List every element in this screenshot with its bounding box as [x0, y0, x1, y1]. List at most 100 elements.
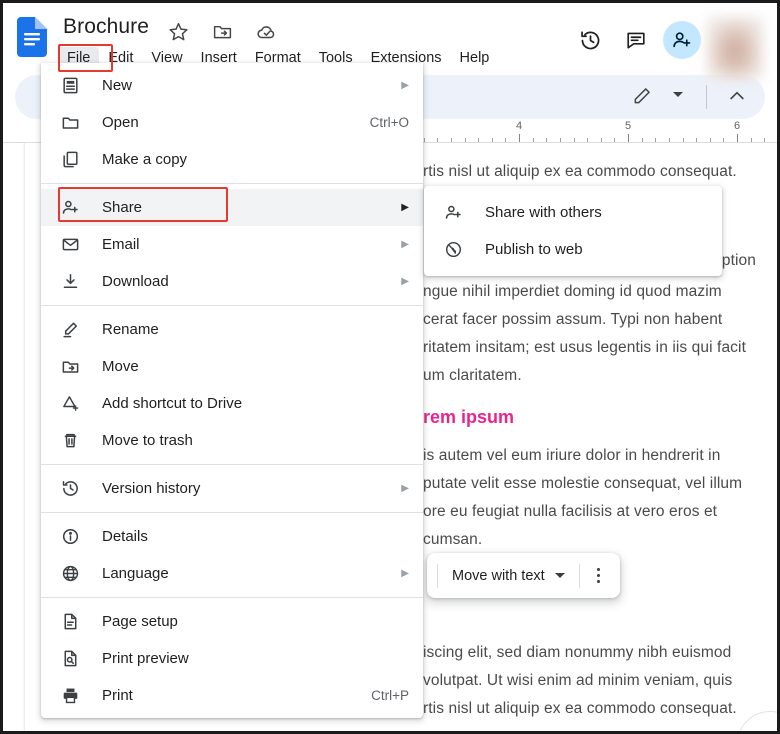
doc-heading: rem ipsum: [423, 407, 515, 427]
pencil-editing-mode-icon[interactable]: [632, 86, 652, 106]
share-person-add-icon: [58, 196, 82, 220]
rename-pencil-icon: [58, 318, 82, 342]
chevron-up-icon[interactable]: [727, 86, 747, 106]
menu-option-language[interactable]: Language ▶: [41, 555, 423, 592]
menu-option-move[interactable]: Move: [41, 348, 423, 385]
cloud-saved-icon[interactable]: [256, 21, 278, 43]
menu-option-version-history[interactable]: Version history ▶: [41, 470, 423, 507]
menu-option-label: Open: [102, 114, 139, 131]
share-submenu: Share with others Publish to web: [424, 186, 722, 276]
ruler-tick: [478, 138, 480, 142]
menu-option-label: Version history: [102, 480, 201, 497]
menu-option-share[interactable]: Share ▶: [41, 189, 423, 226]
menu-option-label: Print: [102, 687, 133, 704]
doc-text-line: ore eu feugiat nulla facilisis at vero e…: [423, 503, 718, 520]
submenu-option-share-with-others[interactable]: Share with others: [424, 194, 722, 231]
google-docs-icon[interactable]: [17, 17, 47, 57]
menu-option-label: Rename: [102, 321, 159, 338]
submenu-option-label: Share with others: [485, 204, 602, 221]
menu-separator: [41, 464, 423, 465]
menu-option-new[interactable]: New ▶: [41, 67, 423, 104]
download-icon: [58, 270, 82, 294]
new-document-icon: [58, 74, 82, 98]
ruler-tick: [546, 138, 548, 142]
menu-option-page-setup[interactable]: Page setup: [41, 603, 423, 640]
page-title[interactable]: Brochure: [63, 15, 149, 39]
menu-option-label: Move to trash: [102, 432, 193, 449]
menu-option-download[interactable]: Download ▶: [41, 263, 423, 300]
ruler-tick: [696, 138, 698, 142]
ruler-tick: [559, 138, 561, 142]
menu-option-label: Details: [102, 528, 148, 545]
folder-open-icon: [58, 111, 82, 135]
ruler-tick: [600, 138, 602, 142]
ruler-number: 4: [515, 120, 523, 132]
submenu-option-label: Publish to web: [485, 241, 583, 258]
move-to-folder-icon[interactable]: [212, 21, 234, 43]
doc-text-line: ritatem insitam; est usus legentis in ii…: [423, 339, 746, 356]
menu-option-move-to-trash[interactable]: Move to trash: [41, 422, 423, 459]
share-button[interactable]: [663, 21, 701, 59]
doc-text-line: cumsan.: [423, 531, 483, 548]
page-corner-decoration: [737, 711, 777, 731]
file-dropdown-menu: New ▶ Open Ctrl+O Make a copy Share ▶ Em…: [41, 63, 423, 718]
submenu-arrow-icon: ▶: [401, 275, 409, 287]
menu-option-label: Download: [102, 273, 169, 290]
menu-separator: [41, 305, 423, 306]
version-history-icon[interactable]: [571, 21, 609, 59]
share-person-add-icon: [441, 201, 465, 225]
submenu-arrow-icon: ▶: [401, 482, 409, 494]
info-icon: [58, 525, 82, 549]
menu-option-label: New: [102, 77, 133, 94]
chevron-down-icon[interactable]: [673, 92, 683, 97]
comment-icon[interactable]: [617, 21, 655, 59]
more-options-kebab-icon[interactable]: [584, 561, 614, 591]
menu-option-print-preview[interactable]: Print preview: [41, 640, 423, 677]
ruler-tick: [737, 134, 738, 142]
menu-option-add-shortcut-to-drive[interactable]: Add shortcut to Drive: [41, 385, 423, 422]
ruler-number: 6: [733, 120, 741, 132]
toolbar-divider: [706, 85, 707, 109]
menu-separator: [41, 183, 423, 184]
menu-separator: [41, 597, 423, 598]
menu-separator: [41, 512, 423, 513]
menu-option-email[interactable]: Email ▶: [41, 226, 423, 263]
ruler-tick: [587, 138, 589, 142]
ruler-tick: [573, 138, 575, 142]
image-options-toolbar[interactable]: Move with text: [427, 553, 620, 598]
avatar[interactable]: [707, 17, 763, 79]
menu-option-shortcut: Ctrl+P: [371, 688, 409, 703]
menu-option-rename[interactable]: Rename: [41, 311, 423, 348]
doc-text-line: putate velit esse molestie consequat, ve…: [423, 475, 743, 492]
menu-option-open[interactable]: Open Ctrl+O: [41, 104, 423, 141]
menu-option-details[interactable]: Details: [41, 518, 423, 555]
ruler-tick: [491, 138, 493, 142]
ruler-tick: [614, 138, 616, 142]
menu-item-help[interactable]: Help: [451, 47, 499, 69]
ruler-tick: [628, 134, 629, 142]
ruler-tick: [423, 138, 425, 142]
move-to-folder-icon: [58, 355, 82, 379]
doc-text-line: is autem vel eum iriure dolor in hendrer…: [423, 447, 721, 464]
doc-text-line: rtis nisl ut aliquip ex ea commodo conse…: [423, 163, 737, 180]
submenu-option-publish-to-web[interactable]: Publish to web: [424, 231, 722, 268]
toolbar-divider: [437, 563, 438, 588]
page-setup-icon: [58, 610, 82, 634]
menu-option-label: Page setup: [102, 613, 178, 630]
menu-option-label: Print preview: [102, 650, 189, 667]
globe-icon: [58, 562, 82, 586]
submenu-arrow-icon: ▶: [401, 201, 409, 213]
ruler-tick: [464, 138, 466, 142]
menu-option-print[interactable]: Print Ctrl+P: [41, 677, 423, 714]
ruler-tick: [668, 138, 670, 142]
menu-option-make-a-copy[interactable]: Make a copy: [41, 141, 423, 178]
doc-text-line: volutpat. Ut wisi enim ad minim veniam, …: [423, 672, 733, 689]
printer-icon: [58, 684, 82, 708]
submenu-arrow-icon: ▶: [401, 567, 409, 579]
ruler-tick: [532, 138, 534, 142]
move-with-text-dropdown[interactable]: Move with text: [442, 559, 575, 592]
star-icon[interactable]: [168, 21, 190, 43]
ruler-tick: [519, 134, 520, 142]
email-envelope-icon: [58, 233, 82, 257]
doc-text-line: iscing elit, sed diam nonummy nibh euism…: [423, 644, 732, 661]
